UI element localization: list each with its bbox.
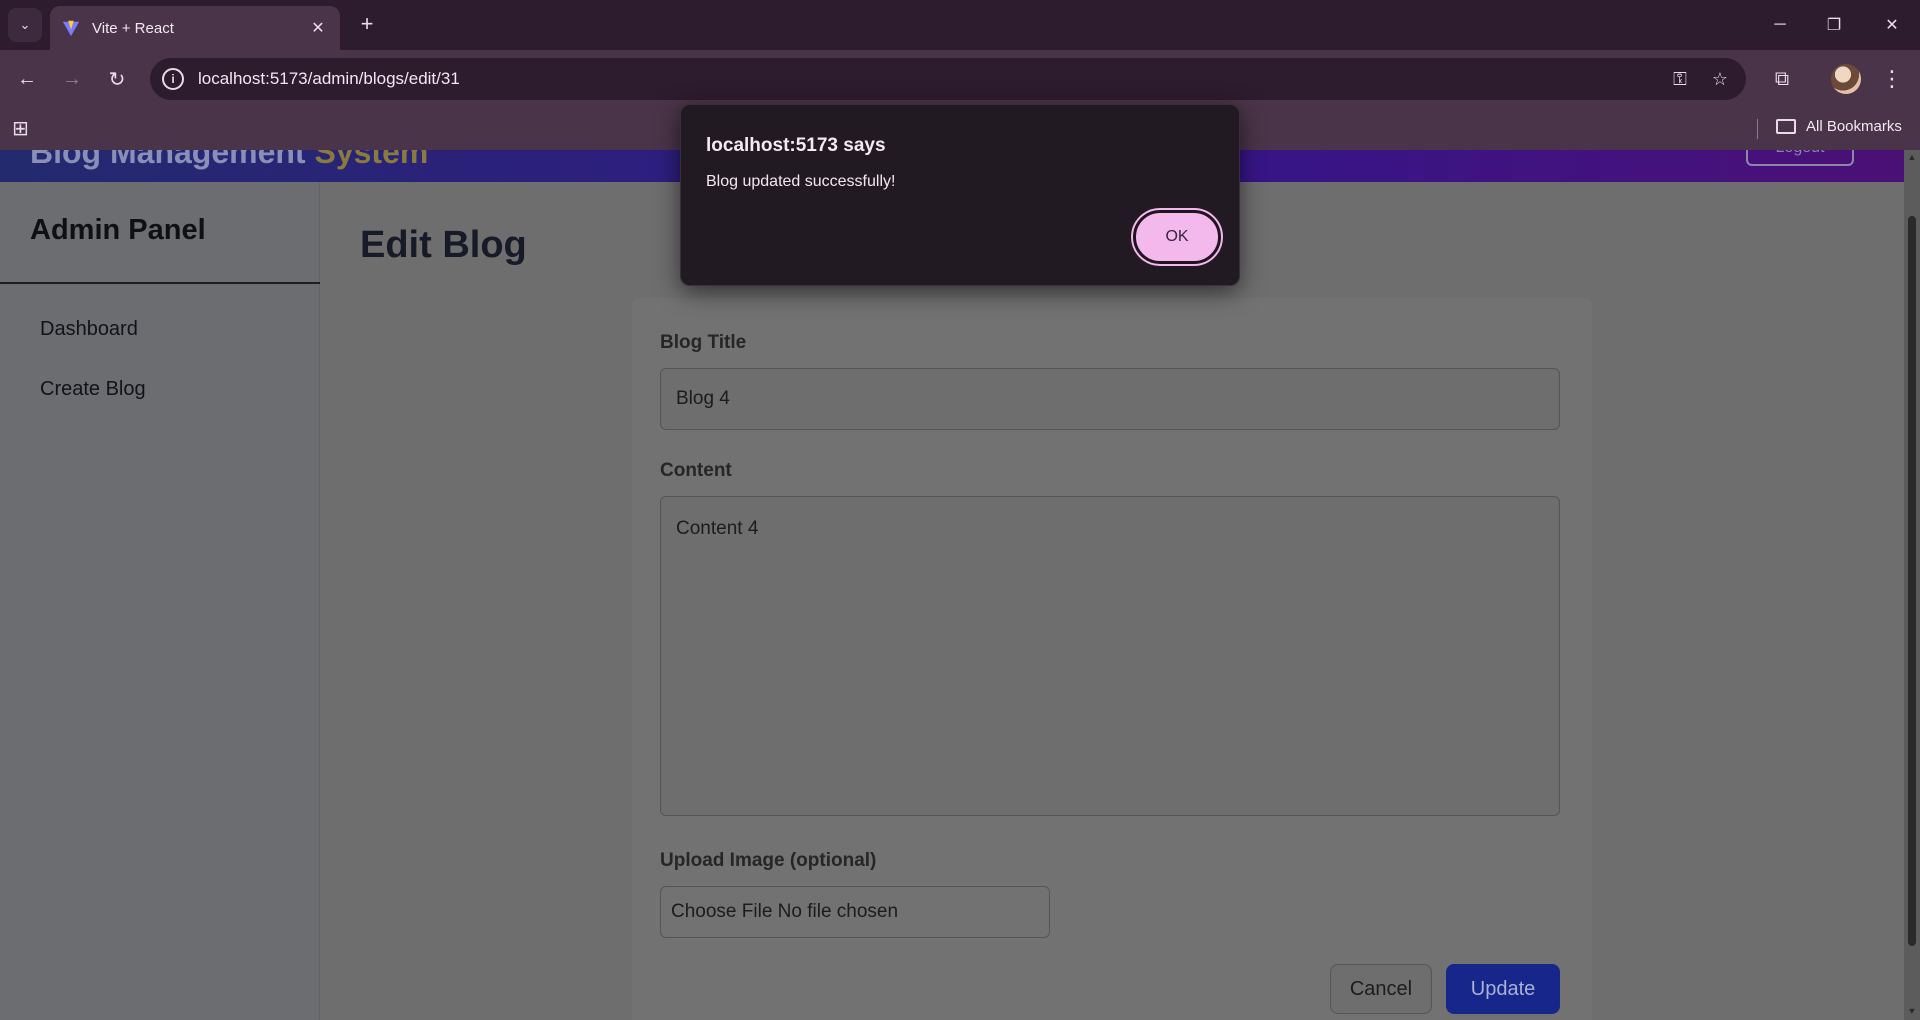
tab-search-button[interactable]: ⌄: [8, 8, 42, 42]
reload-button[interactable]: ↻: [101, 63, 133, 95]
dialog-message: Blog updated successfully!: [706, 173, 896, 190]
minimize-button[interactable]: ─: [1752, 0, 1808, 50]
brand-accent-text: System: [314, 150, 429, 170]
back-button[interactable]: ←: [11, 63, 43, 95]
admin-sidebar: Admin Panel Dashboard Create Blog: [0, 182, 320, 1020]
brand-text: Blog Management: [30, 150, 315, 170]
forward-button[interactable]: →: [56, 63, 88, 95]
arrow-left-icon: ←: [17, 67, 37, 90]
apps-grid-icon[interactable]: ⊞: [12, 118, 34, 140]
vite-logo-icon: [62, 20, 80, 37]
scrollbar-thumb[interactable]: [1908, 216, 1916, 946]
extensions-button[interactable]: ⧉: [1766, 63, 1798, 95]
browser-menu-button[interactable]: ⋮: [1876, 63, 1908, 95]
puzzle-icon: ⧉: [1774, 67, 1790, 90]
url-text[interactable]: localhost:5173/admin/blogs/edit/31: [198, 69, 1660, 89]
profile-avatar[interactable]: [1831, 64, 1861, 94]
close-window-button[interactable]: ✕: [1864, 0, 1920, 50]
blog-title-label: Blog Title: [660, 332, 747, 353]
tab-close-icon[interactable]: ✕: [308, 18, 328, 38]
blog-title-input[interactable]: Blog 4: [660, 368, 1560, 430]
browser-toolbar: ← → ↻ i localhost:5173/admin/blogs/edit/…: [0, 50, 1920, 108]
browser-tab[interactable]: Vite + React ✕: [50, 6, 340, 50]
browser-titlebar: ⌄ Vite + React ✕ + ─ ❐ ✕: [0, 0, 1920, 50]
arrow-right-icon: →: [62, 67, 82, 90]
alert-dialog: localhost:5173 says Blog updated success…: [680, 104, 1240, 286]
upload-image-label: Upload Image (optional): [660, 850, 877, 871]
sidebar-item-create-blog[interactable]: Create Blog: [40, 378, 146, 401]
kebab-menu-icon: ⋮: [1881, 66, 1903, 91]
chevron-down-icon: ⌄: [19, 17, 31, 32]
site-info-icon[interactable]: i: [162, 68, 184, 90]
image-file-input[interactable]: Choose File No file chosen: [660, 886, 1050, 938]
content-label: Content: [660, 460, 732, 481]
page-title: Edit Blog: [360, 224, 527, 266]
bookmark-star-icon[interactable]: ☆: [1700, 69, 1740, 90]
all-bookmarks-label: All Bookmarks: [1806, 118, 1902, 135]
tab-title: Vite + React: [92, 19, 174, 37]
folder-icon: [1776, 119, 1796, 134]
new-tab-button[interactable]: +: [354, 12, 380, 38]
update-button[interactable]: Update: [1446, 964, 1560, 1014]
dialog-title: localhost:5173 says: [706, 135, 886, 156]
scroll-up-arrow-icon[interactable]: ▲: [1907, 152, 1917, 162]
sidebar-title: Admin Panel: [30, 214, 206, 246]
scroll-down-arrow-icon[interactable]: ▼: [1907, 1006, 1917, 1016]
dialog-ok-button[interactable]: OK: [1131, 208, 1223, 266]
sidebar-item-dashboard[interactable]: Dashboard: [40, 318, 138, 341]
logout-button[interactable]: Logout: [1746, 150, 1854, 166]
sidebar-divider: [0, 282, 320, 284]
reload-icon: ↻: [108, 68, 126, 91]
content-textarea[interactable]: Content 4: [660, 496, 1560, 816]
cancel-button[interactable]: Cancel: [1330, 964, 1432, 1014]
all-bookmarks-button[interactable]: All Bookmarks: [1776, 118, 1902, 135]
address-bar[interactable]: i localhost:5173/admin/blogs/edit/31 ⚿ ☆: [150, 58, 1746, 100]
password-key-icon[interactable]: ⚿: [1660, 69, 1700, 90]
bookmarks-divider: [1757, 119, 1758, 139]
page-scrollbar[interactable]: ▲ ▼: [1904, 150, 1920, 1020]
restore-button[interactable]: ❐: [1806, 0, 1862, 50]
app-brand: Blog Management System: [30, 150, 428, 171]
